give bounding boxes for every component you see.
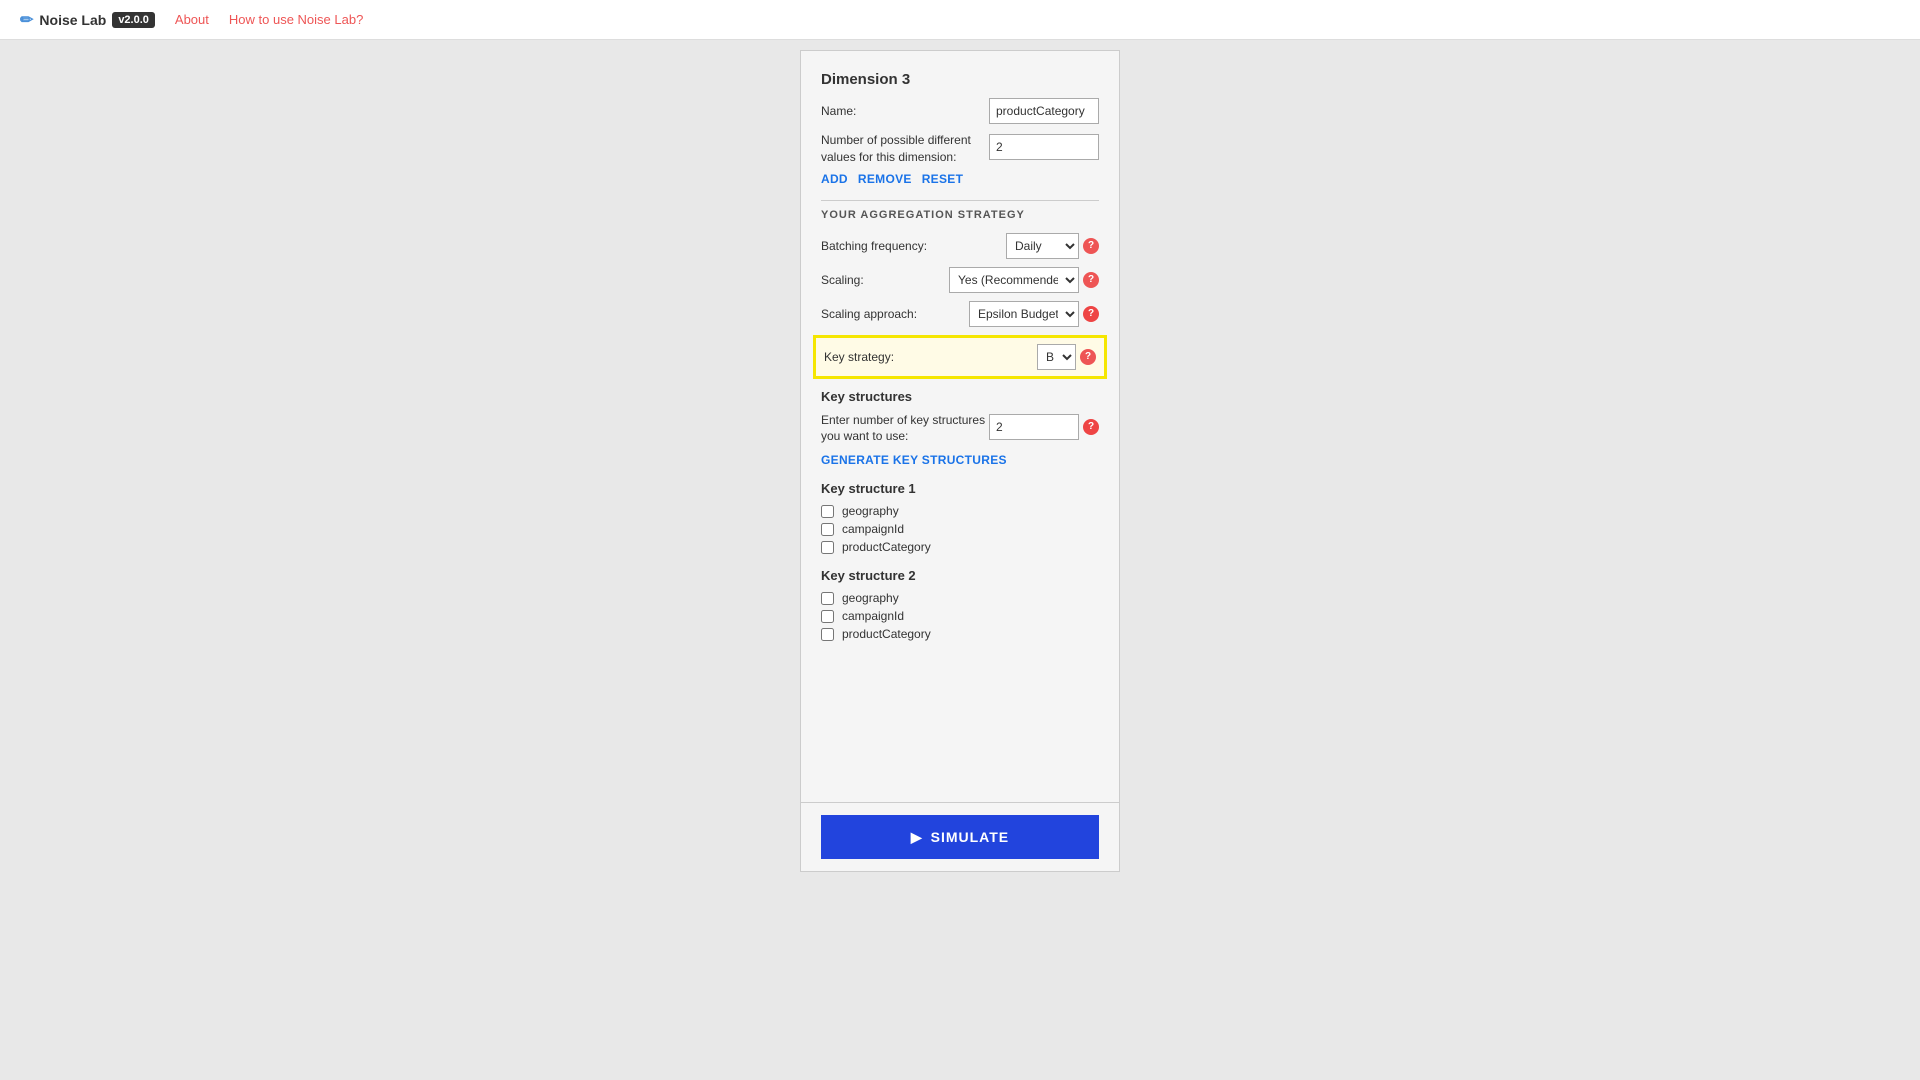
simulate-button[interactable]: ▶ SIMULATE bbox=[821, 815, 1099, 859]
scaling-approach-help-icon[interactable]: ? bbox=[1083, 306, 1099, 322]
ks2-productcategory-checkbox[interactable] bbox=[821, 628, 834, 641]
ks2-geography-row: geography bbox=[821, 591, 1099, 605]
config-panel: Dimension 3 Name: Number of possible dif… bbox=[800, 50, 1120, 872]
ks1-geography-label: geography bbox=[842, 504, 899, 518]
top-navigation: ✏ Noise Lab v2.0.0 About How to use Nois… bbox=[0, 0, 1920, 40]
num-structures-help-icon[interactable]: ? bbox=[1083, 419, 1099, 435]
num-values-field-row: Number of possible different values for … bbox=[821, 132, 1099, 166]
simulate-bar: ▶ SIMULATE bbox=[801, 802, 1119, 871]
ks2-campaignid-checkbox[interactable] bbox=[821, 610, 834, 623]
name-field-row: Name: bbox=[821, 98, 1099, 124]
scroll-area[interactable]: Dimension 3 Name: Number of possible dif… bbox=[801, 51, 1119, 871]
ks2-campaignid-label: campaignId bbox=[842, 609, 904, 623]
ks2-campaignid-row: campaignId bbox=[821, 609, 1099, 623]
logo: ✏ Noise Lab v2.0.0 bbox=[20, 10, 155, 30]
remove-link[interactable]: REMOVE bbox=[858, 172, 912, 186]
ks1-geography-checkbox[interactable] bbox=[821, 505, 834, 518]
play-icon: ▶ bbox=[911, 829, 923, 846]
key-structure-2-title: Key structure 2 bbox=[821, 568, 1099, 583]
dimension3-title: Dimension 3 bbox=[821, 71, 1099, 88]
ks1-campaignid-label: campaignId bbox=[842, 522, 904, 536]
name-input[interactable] bbox=[989, 98, 1099, 124]
ks2-productcategory-label: productCategory bbox=[842, 627, 931, 641]
key-strategy-select[interactable]: A B C bbox=[1037, 344, 1076, 370]
key-structure-2: Key structure 2 geography campaignId pro… bbox=[821, 568, 1099, 641]
scaling-help-icon[interactable]: ? bbox=[1083, 272, 1099, 288]
logo-text: Noise Lab bbox=[39, 12, 106, 28]
key-structure-1: Key structure 1 geography campaignId pro… bbox=[821, 481, 1099, 554]
divider bbox=[821, 200, 1099, 201]
ks1-productcategory-row: productCategory bbox=[821, 540, 1099, 554]
main-container: Dimension 3 Name: Number of possible dif… bbox=[0, 40, 1920, 1080]
num-values-input[interactable] bbox=[989, 134, 1099, 160]
scaling-approach-select[interactable]: Epsilon Budget Split Other bbox=[969, 301, 1079, 327]
name-label: Name: bbox=[821, 104, 989, 118]
ks1-campaignid-checkbox[interactable] bbox=[821, 523, 834, 536]
ks1-geography-row: geography bbox=[821, 504, 1099, 518]
batching-select[interactable]: Daily Weekly Monthly bbox=[1006, 233, 1079, 259]
scaling-label: Scaling: bbox=[821, 273, 949, 287]
scaling-select-wrapper: Yes (Recommended) No ? bbox=[949, 267, 1099, 293]
scaling-approach-select-wrapper: Epsilon Budget Split Other ? bbox=[969, 301, 1099, 327]
how-to-link[interactable]: How to use Noise Lab? bbox=[229, 12, 363, 27]
batching-help-icon[interactable]: ? bbox=[1083, 238, 1099, 254]
ks1-productcategory-label: productCategory bbox=[842, 540, 931, 554]
version-badge: v2.0.0 bbox=[112, 12, 155, 28]
num-values-label: Number of possible different values for … bbox=[821, 132, 989, 166]
key-structure-1-title: Key structure 1 bbox=[821, 481, 1099, 496]
pencil-icon: ✏ bbox=[20, 10, 33, 30]
batching-select-wrapper: Daily Weekly Monthly ? bbox=[1006, 233, 1099, 259]
scaling-approach-field: Scaling approach: Epsilon Budget Split O… bbox=[821, 301, 1099, 327]
num-structures-input[interactable] bbox=[989, 414, 1079, 440]
key-structures-section: Key structures Enter number of key struc… bbox=[821, 389, 1099, 642]
nav-links: About How to use Noise Lab? bbox=[175, 12, 363, 27]
scaling-approach-label: Scaling approach: bbox=[821, 307, 969, 321]
simulate-label: SIMULATE bbox=[931, 829, 1010, 845]
key-strategy-container: Key strategy: A B C ? 3. bbox=[821, 335, 1099, 379]
about-link[interactable]: About bbox=[175, 12, 209, 27]
key-strategy-select-wrapper: A B C ? bbox=[1037, 344, 1096, 370]
ks1-campaignid-row: campaignId bbox=[821, 522, 1099, 536]
scaling-select[interactable]: Yes (Recommended) No bbox=[949, 267, 1079, 293]
batching-label: Batching frequency: bbox=[821, 239, 1006, 253]
ks2-productcategory-row: productCategory bbox=[821, 627, 1099, 641]
dimension3-section: Dimension 3 Name: Number of possible dif… bbox=[801, 61, 1119, 755]
ks1-productcategory-checkbox[interactable] bbox=[821, 541, 834, 554]
dimension-actions: ADD REMOVE RESET bbox=[821, 172, 1099, 186]
num-structures-label: Enter number of key structures you want … bbox=[821, 412, 989, 446]
ks2-geography-checkbox[interactable] bbox=[821, 592, 834, 605]
reset-link[interactable]: RESET bbox=[922, 172, 964, 186]
num-structures-row: Enter number of key structures you want … bbox=[821, 412, 1099, 446]
key-strategy-row: Key strategy: A B C ? bbox=[813, 335, 1107, 379]
ks2-geography-label: geography bbox=[842, 591, 899, 605]
scaling-field: Scaling: Yes (Recommended) No ? bbox=[821, 267, 1099, 293]
generate-key-structures-link[interactable]: GENERATE KEY STRUCTURES bbox=[821, 453, 1099, 467]
add-link[interactable]: ADD bbox=[821, 172, 848, 186]
aggregation-title: YOUR AGGREGATION STRATEGY bbox=[821, 209, 1099, 221]
key-strategy-help-icon[interactable]: ? bbox=[1080, 349, 1096, 365]
batching-field: Batching frequency: Daily Weekly Monthly… bbox=[821, 233, 1099, 259]
key-strategy-label: Key strategy: bbox=[824, 350, 1037, 364]
key-structures-title: Key structures bbox=[821, 389, 1099, 404]
